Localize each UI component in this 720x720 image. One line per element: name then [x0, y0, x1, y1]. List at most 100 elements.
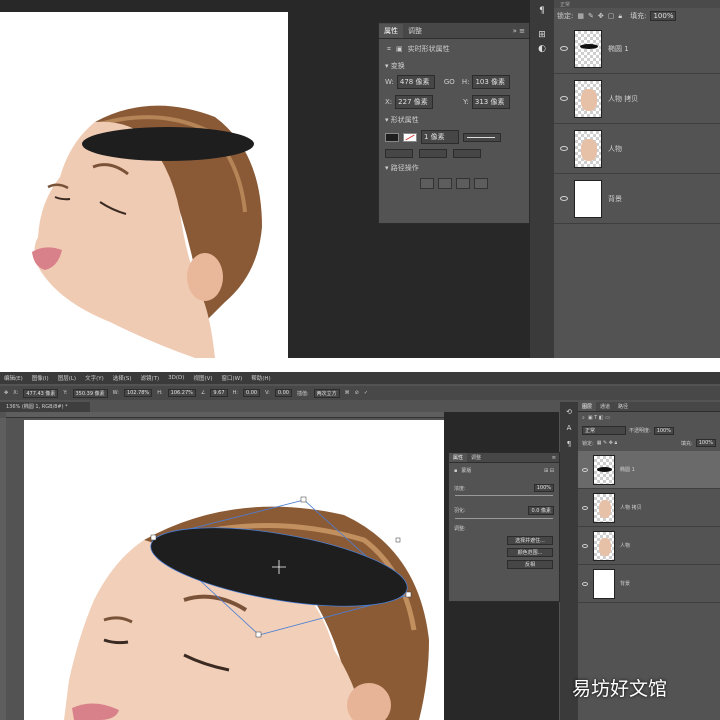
panel-menu-icon[interactable]: » ≡: [513, 27, 525, 35]
cancel-icon[interactable]: ⊘: [355, 390, 359, 396]
layer-row-person[interactable]: 人物: [578, 527, 720, 565]
lock-pixels-icon[interactable]: ▦: [577, 12, 584, 20]
x-field[interactable]: 227 像素: [395, 95, 434, 109]
menu-window[interactable]: 窗口(W): [222, 374, 243, 382]
lock-move-icon[interactable]: ✥: [598, 12, 604, 20]
w-field[interactable]: 102.78%: [123, 389, 153, 397]
visibility-eye-icon[interactable]: [582, 467, 588, 472]
select-and-mask-button[interactable]: 选择并遮住...: [507, 536, 553, 545]
lock-artboard-icon[interactable]: ▢: [608, 12, 615, 20]
layer-row-person[interactable]: 人物: [554, 124, 720, 174]
density-field[interactable]: 100%: [533, 484, 554, 492]
top-blend-row: 正常: [554, 0, 720, 8]
paragraph-icon[interactable]: ¶: [560, 440, 578, 448]
fill-swatch[interactable]: [385, 132, 399, 142]
layer-row-ellipse[interactable]: 椭圆 1: [554, 24, 720, 74]
tab-properties[interactable]: 属性: [449, 453, 468, 462]
commit-icon[interactable]: ✓: [364, 390, 368, 396]
section-appearance[interactable]: ▾ 形状属性: [379, 113, 529, 127]
stroke-corner-select[interactable]: [453, 149, 481, 158]
tab-adjustments[interactable]: 调整: [403, 24, 427, 38]
blend-mode-select[interactable]: 正常: [582, 426, 626, 435]
tab-paths[interactable]: 路径: [614, 402, 632, 411]
feather-field[interactable]: 0.0 像素: [528, 506, 554, 515]
history-icon[interactable]: ⟲: [560, 408, 578, 416]
menu-layer[interactable]: 图层(L): [58, 374, 76, 382]
fill-field[interactable]: 100%: [695, 439, 716, 447]
properties-icon[interactable]: ⊞: [530, 30, 554, 40]
visibility-eye-icon[interactable]: [560, 196, 568, 201]
w-field[interactable]: 478 像素: [396, 75, 435, 89]
pixel-mask-icon[interactable]: ▪: [454, 468, 457, 474]
invert-button[interactable]: 反相: [507, 560, 553, 569]
section-path-ops[interactable]: ▾ 路径操作: [379, 160, 529, 176]
adjustments-icon[interactable]: ◐: [530, 44, 554, 54]
filter-icons[interactable]: ▣ T ◧ ▭: [588, 415, 610, 421]
menu-select[interactable]: 选择(S): [113, 374, 132, 382]
h-skew-field[interactable]: 0.00: [242, 389, 261, 397]
warp-icon[interactable]: ⌘: [345, 390, 350, 396]
menu-image[interactable]: 图像(I): [32, 374, 49, 382]
link-icon[interactable]: GO: [444, 78, 455, 86]
combine-shapes-button[interactable]: [420, 178, 434, 189]
opacity-field[interactable]: 100%: [653, 426, 674, 435]
tab-properties[interactable]: 属性: [379, 23, 403, 38]
layer-thumb-ellipse: [574, 29, 602, 68]
menu-view[interactable]: 视图(V): [193, 374, 212, 382]
filter-search-icon[interactable]: ⌕: [582, 415, 585, 421]
feather-slider[interactable]: [455, 518, 553, 519]
lock-paint-icon[interactable]: ✎: [588, 12, 594, 20]
stroke-type-select[interactable]: [463, 132, 501, 142]
top-canvas[interactable]: [0, 12, 288, 358]
top-title-strip: [0, 0, 530, 12]
paragraph-icon[interactable]: ¶: [530, 6, 554, 16]
visibility-eye-icon[interactable]: [560, 46, 568, 51]
menu-edit[interactable]: 编辑(E): [4, 374, 23, 382]
y-field[interactable]: 350.39 像素: [72, 388, 108, 398]
density-slider[interactable]: [455, 495, 553, 496]
intersect-shapes-button[interactable]: [456, 178, 470, 189]
layer-row-person-copy[interactable]: 人物 拷贝: [554, 74, 720, 124]
h-field[interactable]: 106.27%: [167, 389, 196, 397]
layer-row-ellipse[interactable]: 椭圆 1: [578, 451, 720, 489]
tab-layers[interactable]: 图层: [578, 402, 597, 411]
layer-row-background[interactable]: 背景: [554, 174, 720, 224]
menu-3d[interactable]: 3D(D): [168, 375, 184, 381]
h-field[interactable]: 103 像素: [472, 75, 511, 89]
stroke-align-select[interactable]: [385, 149, 413, 158]
document-tab[interactable]: 136% (椭圆 1, RGB/8#) *: [0, 402, 90, 412]
bottom-canvas[interactable]: [24, 420, 444, 720]
top-blend-mode[interactable]: 正常: [560, 2, 570, 8]
layer-row-person-copy[interactable]: 人物 拷贝: [578, 489, 720, 527]
visibility-eye-icon[interactable]: [582, 505, 588, 510]
interp-select[interactable]: 两次立方: [313, 388, 340, 398]
panel-menu-icon[interactable]: ≡: [552, 455, 556, 461]
menu-type[interactable]: 文字(Y): [85, 374, 104, 382]
menu-filter[interactable]: 滤镜(T): [141, 374, 160, 382]
move-tool-icon[interactable]: ✥: [4, 390, 8, 396]
visibility-eye-icon[interactable]: [582, 581, 588, 586]
lock-icons[interactable]: ▦ ✎ ✥ 🔒︎: [597, 440, 618, 446]
section-transform[interactable]: ▾ 变换: [379, 59, 529, 73]
fill-field[interactable]: 100%: [650, 11, 677, 21]
color-range-button[interactable]: 颜色范围...: [507, 548, 553, 557]
tab-channels[interactable]: 通道: [596, 402, 614, 411]
y-field[interactable]: 313 像素: [471, 95, 510, 109]
stroke-swatch[interactable]: [403, 132, 417, 142]
character-icon[interactable]: A: [560, 424, 578, 432]
visibility-eye-icon[interactable]: [560, 146, 568, 151]
stroke-cap-select[interactable]: [419, 149, 447, 158]
subtract-shapes-button[interactable]: [438, 178, 452, 189]
menu-help[interactable]: 帮助(H): [251, 374, 270, 382]
x-field[interactable]: 477.43 像素: [23, 388, 59, 398]
exclude-shapes-button[interactable]: [474, 178, 488, 189]
stroke-width-field[interactable]: 1 像素: [421, 130, 459, 144]
add-mask-icon[interactable]: ⊞ ⊟: [544, 468, 554, 474]
lock-all-icon[interactable]: 🔒︎: [618, 12, 622, 21]
visibility-eye-icon[interactable]: [582, 543, 588, 548]
angle-field[interactable]: 9.67: [210, 389, 228, 397]
v-skew-field[interactable]: 0.00: [274, 389, 292, 397]
tab-adjustments[interactable]: 调整: [467, 453, 485, 462]
layer-row-background[interactable]: 背景: [578, 565, 720, 603]
visibility-eye-icon[interactable]: [560, 96, 568, 101]
